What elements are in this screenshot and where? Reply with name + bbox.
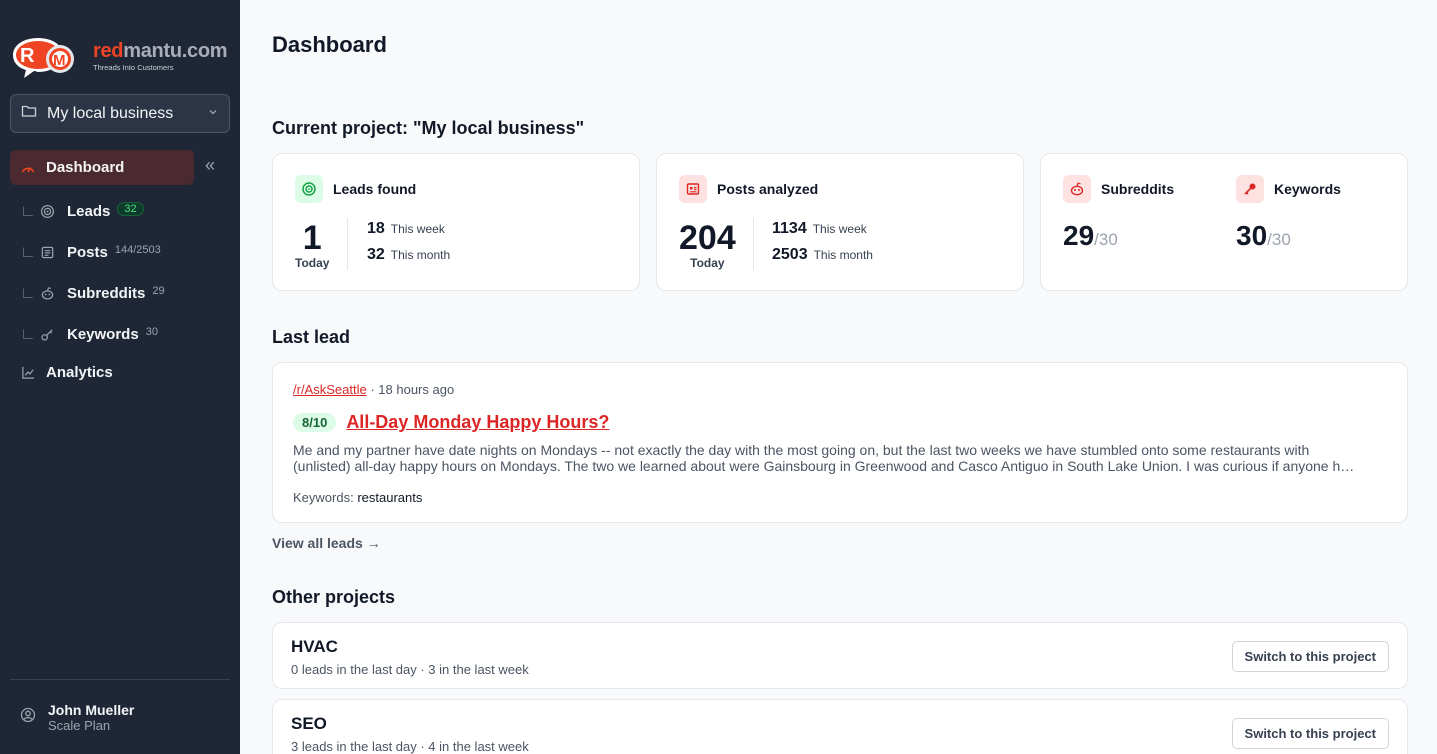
sidebar-item-posts[interactable]: ∟ Posts 144/2503 [10,232,230,273]
sidebar-item-label: Dashboard [46,159,125,176]
subreddits-count: 29 [152,284,165,297]
sidebar-item-subreddits[interactable]: ∟ Subreddits 29 [10,273,230,314]
newspaper-icon [28,245,67,260]
divider [347,218,348,270]
posts-month-value: 2503 [772,246,808,263]
switch-project-button[interactable]: Switch to this project [1231,718,1389,749]
limits-card: Subreddits 29/30 Keywords 30/30 [1040,153,1408,291]
project-select-label: My local business [47,104,174,122]
redmantu-logo-icon: R M [10,32,84,80]
leads-today-value: 1 [302,219,322,257]
posts-analyzed-card: Posts analyzed 204 Today 1134 This week 2… [656,153,1024,291]
lead-excerpt: Me and my partner have date nights on Mo… [293,442,1355,474]
sidebar-item-label: Subreddits [67,285,146,302]
svg-text:M: M [53,52,66,69]
user-circle-icon [20,707,36,728]
leads-week-value: 18 [367,220,385,237]
divider [753,218,754,270]
posts-month-label: This month [813,248,873,262]
leads-today-label: Today [295,256,330,270]
page-title: Dashboard [272,32,387,57]
chart-line-icon [10,365,46,380]
switch-project-button[interactable]: Switch to this project [1231,641,1389,672]
user-menu[interactable]: John Mueller Scale Plan [20,702,134,733]
lead-keyword: restaurants [357,490,423,505]
brand-tagline: Threads Into Customers [93,63,174,72]
tree-line-icon: ∟ [20,284,36,302]
leads-week-label: This week [390,222,445,236]
leads-month-value: 32 [367,246,385,263]
newspaper-icon [679,175,707,203]
svg-text:R: R [20,45,35,67]
leads-count-badge: 32 [117,201,144,216]
tree-line-icon: ∟ [20,243,36,261]
project-name: SEO [291,714,327,733]
sidebar: R M redmantu.com Threads Into Customers … [0,0,240,754]
sidebar-item-keywords[interactable]: ∟ Keywords 30 [10,314,230,355]
sidebar-item-leads[interactable]: ∟ Leads 32 [10,191,230,232]
target-icon [28,204,67,219]
gauge-icon [10,160,46,176]
sidebar-divider [10,679,230,680]
last-lead-title: Last lead [272,327,351,347]
project-stats: 3 leads in the last day · 4 in the last … [291,739,529,754]
user-plan: Scale Plan [48,718,111,733]
keywords-ratio: 30/30 [1236,220,1291,251]
target-icon [295,175,323,203]
posts-week-value: 1134 [772,220,807,237]
card-title: Subreddits [1101,181,1175,197]
sidebar-item-label: Analytics [46,364,113,381]
project-card-seo: SEO 3 leads in the last day · 4 in the l… [272,699,1408,754]
subreddits-ratio: 29/30 [1063,220,1118,251]
sidebar-item-label: Keywords [67,326,139,343]
brand-name: redmantu.com [93,40,228,62]
project-stats: 0 leads in the last day · 3 in the last … [291,662,529,677]
posts-count: 144/2503 [114,243,161,256]
other-projects-title: Other projects [272,587,396,607]
card-title: Leads found [333,181,417,197]
leads-month-label: This month [390,248,451,262]
card-title: Posts analyzed [717,181,819,197]
tree-line-icon: ∟ [20,202,36,220]
leads-found-card: Leads found 1 Today 18 This week 32 This m… [272,153,640,291]
view-all-leads-link[interactable]: View all leads → [272,535,381,551]
sidebar-nav: Dashboard ∟ Leads 32 ∟ Posts 144/2503 ∟ … [10,150,230,390]
project-name: HVAC [291,637,338,656]
last-lead-card: /r/AskSeattle · 18 hours ago 8/10 All-Da… [272,362,1408,523]
lead-meta: /r/AskSeattle · 18 hours ago [293,382,455,397]
keywords-count: 30 [145,325,158,338]
reddit-icon [28,286,67,301]
lead-time: 18 hours ago [378,382,455,397]
folder-icon [21,103,37,124]
project-select[interactable]: My local business [10,94,230,133]
lead-title-link[interactable]: All-Day Monday Happy Hours? [346,412,609,433]
lead-subreddit-link[interactable]: /r/AskSeattle [293,382,367,397]
current-project-title: Current project: "My local business" [272,118,585,138]
posts-today-label: Today [690,256,725,270]
lead-keywords: Keywords: restaurants [293,490,423,505]
chevron-down-icon [207,105,219,123]
project-card-hvac: HVAC 0 leads in the last day · 3 in the … [272,622,1408,689]
posts-week-label: This week [812,222,867,236]
sidebar-item-label: Posts [67,244,108,261]
brand-logo[interactable]: R M redmantu.com Threads Into Customers [10,32,228,80]
key-icon [1236,175,1264,203]
posts-today-value: 204 [679,219,736,257]
user-name: John Mueller [48,702,135,718]
tree-line-icon: ∟ [20,325,36,343]
lead-score-badge: 8/10 [293,413,337,432]
reddit-icon [1063,175,1091,203]
sidebar-item-dashboard[interactable]: Dashboard [10,150,194,185]
sidebar-item-label: Leads [67,203,111,220]
sidebar-item-analytics[interactable]: Analytics [10,355,230,390]
card-title: Keywords [1274,181,1341,197]
key-icon [28,327,67,342]
